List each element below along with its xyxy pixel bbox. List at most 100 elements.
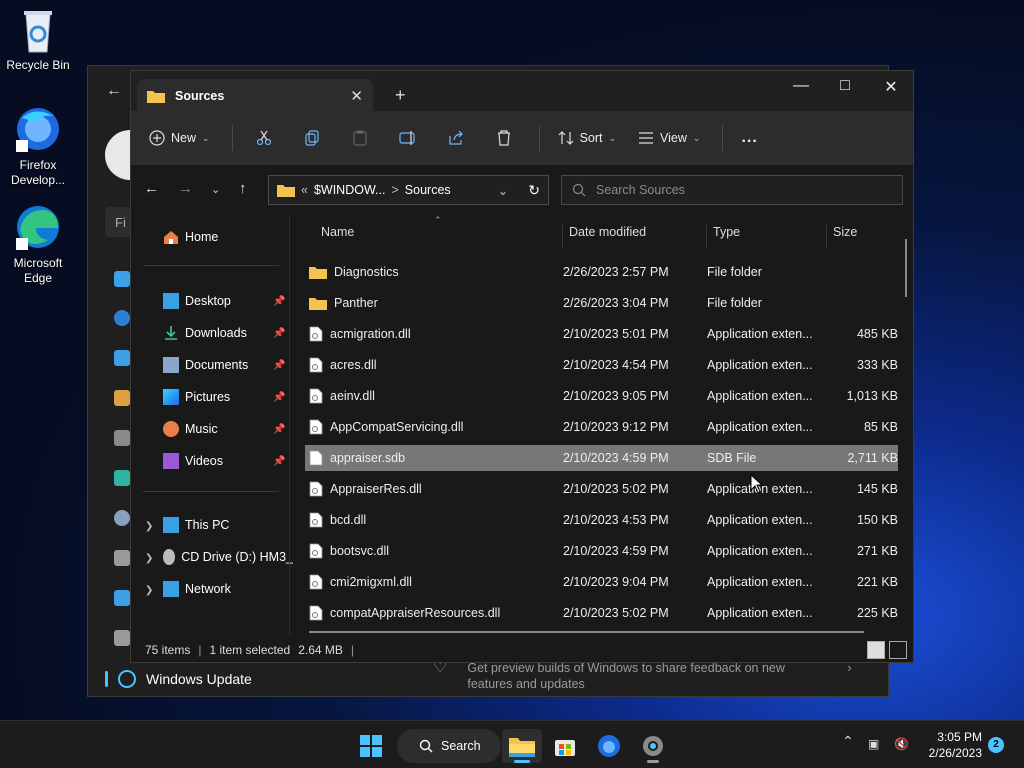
refresh-icon[interactable]: ↻ xyxy=(528,182,540,199)
sidebar-item-this-pc[interactable]: This PC xyxy=(163,517,283,533)
sidebar-item-windows-update[interactable]: Windows Update xyxy=(105,666,285,692)
table-row[interactable]: acres.dll 2/10/2023 4:54 PM Application ex… xyxy=(305,352,898,378)
delete-button[interactable] xyxy=(491,130,517,146)
sidebar-item-label: This PC xyxy=(185,518,230,532)
accessibility-icon[interactable] xyxy=(114,590,130,606)
volume-muted-icon[interactable]: 🔇 xyxy=(894,737,909,751)
sidebar-item-label: Videos xyxy=(185,454,223,468)
network-icon[interactable] xyxy=(114,350,130,366)
sidebar-item-documents[interactable]: Documents 📌 xyxy=(163,357,285,373)
privacy-icon[interactable] xyxy=(114,630,130,646)
sidebar-item-pictures[interactable]: Pictures 📌 xyxy=(163,389,285,405)
close-tab-icon[interactable]: ✕ xyxy=(350,87,363,105)
breadcrumb-segment[interactable]: $WINDOW... xyxy=(314,183,386,197)
pin-icon[interactable]: 📌 xyxy=(273,360,285,371)
cut-button[interactable] xyxy=(251,130,277,146)
details-view-button[interactable] xyxy=(867,641,885,659)
chevron-down-icon[interactable]: ⌄ xyxy=(498,183,508,198)
column-header-name[interactable]: Name xyxy=(315,225,563,249)
column-header-date[interactable]: Date modified xyxy=(563,225,707,249)
chevron-up-icon[interactable]: ⌃ xyxy=(842,733,854,750)
tab-sources[interactable]: Sources ✕ xyxy=(137,79,373,112)
vertical-scrollbar[interactable] xyxy=(905,239,907,297)
table-row[interactable]: AppraiserRes.dll 2/10/2023 5:02 PM Applica… xyxy=(305,476,898,502)
accounts-icon[interactable] xyxy=(114,470,130,486)
desktop-icon-firefox-developer[interactable]: Firefox Develop... xyxy=(0,104,76,188)
desktop-icon-recycle-bin[interactable]: Recycle Bin xyxy=(0,8,76,73)
minimize-button[interactable]: — xyxy=(778,77,824,95)
table-row[interactable]: acmigration.dll 2/10/2023 5:01 PM Applicat… xyxy=(305,321,898,347)
close-button[interactable]: ✕ xyxy=(868,77,914,97)
horizontal-scrollbar[interactable] xyxy=(309,631,864,633)
start-button[interactable] xyxy=(351,729,391,763)
table-row[interactable]: appraiser.sdb 2/10/2023 4:59 PM SDB File 2,… xyxy=(305,445,898,471)
sidebar-item-videos[interactable]: Videos 📌 xyxy=(163,453,285,469)
taskbar-firefox-developer[interactable] xyxy=(589,729,629,763)
back-arrow-icon[interactable]: ← xyxy=(106,82,122,100)
table-row[interactable]: bootsvc.dll 2/10/2023 4:59 PM Application … xyxy=(305,538,898,564)
sidebar-item-desktop[interactable]: Desktop 📌 xyxy=(163,293,285,309)
taskbar-file-explorer[interactable] xyxy=(502,729,542,763)
table-row[interactable]: bcd.dll 2/10/2023 4:53 PM Application exte… xyxy=(305,507,898,533)
copy-button[interactable] xyxy=(299,130,325,146)
expand-chevron-icon[interactable]: ❯ xyxy=(145,521,153,532)
view-button[interactable]: View ⌄ xyxy=(638,131,700,145)
gaming-icon[interactable] xyxy=(114,550,130,566)
table-row[interactable]: cmi2migxml.dll 2/10/2023 9:04 PM Applicati… xyxy=(305,569,898,595)
insider-preview-row[interactable]: ♡ Get preview builds of Windows to share… xyxy=(433,660,873,692)
overflow-chevron[interactable]: « xyxy=(301,183,308,197)
pin-icon[interactable]: 📌 xyxy=(273,328,285,339)
expand-chevron-icon[interactable]: ❯ xyxy=(145,585,153,596)
divider xyxy=(143,491,279,492)
breadcrumb-segment[interactable]: Sources xyxy=(405,183,451,197)
taskbar-store[interactable] xyxy=(545,729,585,763)
recent-locations-button[interactable]: ⌄ xyxy=(211,183,220,196)
column-header-size[interactable]: Size xyxy=(827,225,901,249)
pin-icon[interactable]: 📌 xyxy=(273,456,285,467)
tiles-view-button[interactable] xyxy=(889,641,907,659)
column-header-type[interactable]: Type xyxy=(707,225,827,249)
network-status-icon[interactable]: ▣ xyxy=(868,737,879,751)
notification-badge[interactable]: 2 xyxy=(988,737,1004,753)
up-button[interactable]: ↑ xyxy=(239,180,247,197)
sort-button[interactable]: Sort ⌄ xyxy=(558,130,616,146)
table-row[interactable]: Diagnostics 2/26/2023 2:57 PM File folder xyxy=(305,259,898,285)
share-button[interactable] xyxy=(443,130,469,146)
address-bar[interactable]: « $WINDOW... > Sources ⌄ ↻ xyxy=(268,175,549,205)
sidebar-item-cd-drive[interactable]: CD Drive (D:) HM3_ xyxy=(163,549,293,565)
desktop-icon-edge[interactable]: Microsoft Edge xyxy=(0,202,76,286)
maximize-button[interactable]: □ xyxy=(822,77,868,95)
pin-icon[interactable]: 📌 xyxy=(273,296,285,307)
pin-icon[interactable]: 📌 xyxy=(273,424,285,435)
personalization-icon[interactable] xyxy=(114,390,130,406)
table-row[interactable]: Panther 2/26/2023 3:04 PM File folder xyxy=(305,290,898,316)
back-button[interactable]: ← xyxy=(144,180,159,197)
sidebar-item-downloads[interactable]: Downloads 📌 xyxy=(163,325,285,341)
mouse-cursor-icon xyxy=(750,474,764,494)
type-cell: Application exten... xyxy=(707,513,813,527)
expand-chevron-icon[interactable]: ❯ xyxy=(145,553,153,564)
more-options-button[interactable]: ... xyxy=(741,129,757,147)
sidebar-item-home[interactable]: Home xyxy=(163,229,283,245)
sidebar-item-music[interactable]: Music 📌 xyxy=(163,421,285,437)
new-button[interactable]: New ⌄ xyxy=(149,130,210,146)
rename-button[interactable] xyxy=(395,130,421,146)
bluetooth-icon[interactable] xyxy=(114,310,130,326)
clock[interactable]: 3:05 PM 2/26/2023 xyxy=(920,729,982,761)
forward-button[interactable]: → xyxy=(178,180,193,197)
date-cell: 2/10/2023 4:53 PM xyxy=(563,513,669,527)
taskbar-settings[interactable] xyxy=(633,729,673,763)
table-row[interactable]: AppCompatServicing.dll 2/10/2023 9:12 PM A… xyxy=(305,414,898,440)
pane-splitter[interactable] xyxy=(289,215,290,635)
taskbar-search[interactable]: Search xyxy=(397,729,501,763)
time-icon[interactable] xyxy=(114,510,130,526)
table-row[interactable]: aeinv.dll 2/10/2023 9:05 PM Application ex… xyxy=(305,383,898,409)
paste-button[interactable] xyxy=(347,130,373,146)
new-tab-button[interactable]: + xyxy=(395,85,406,106)
pin-icon[interactable]: 📌 xyxy=(273,392,285,403)
search-input[interactable]: Search Sources xyxy=(561,175,903,205)
system-icon[interactable] xyxy=(114,271,130,287)
table-row[interactable]: compatAppraiserResources.dll 2/10/2023 5:… xyxy=(305,600,898,626)
sidebar-item-network[interactable]: Network xyxy=(163,581,283,597)
apps-icon[interactable] xyxy=(114,430,130,446)
